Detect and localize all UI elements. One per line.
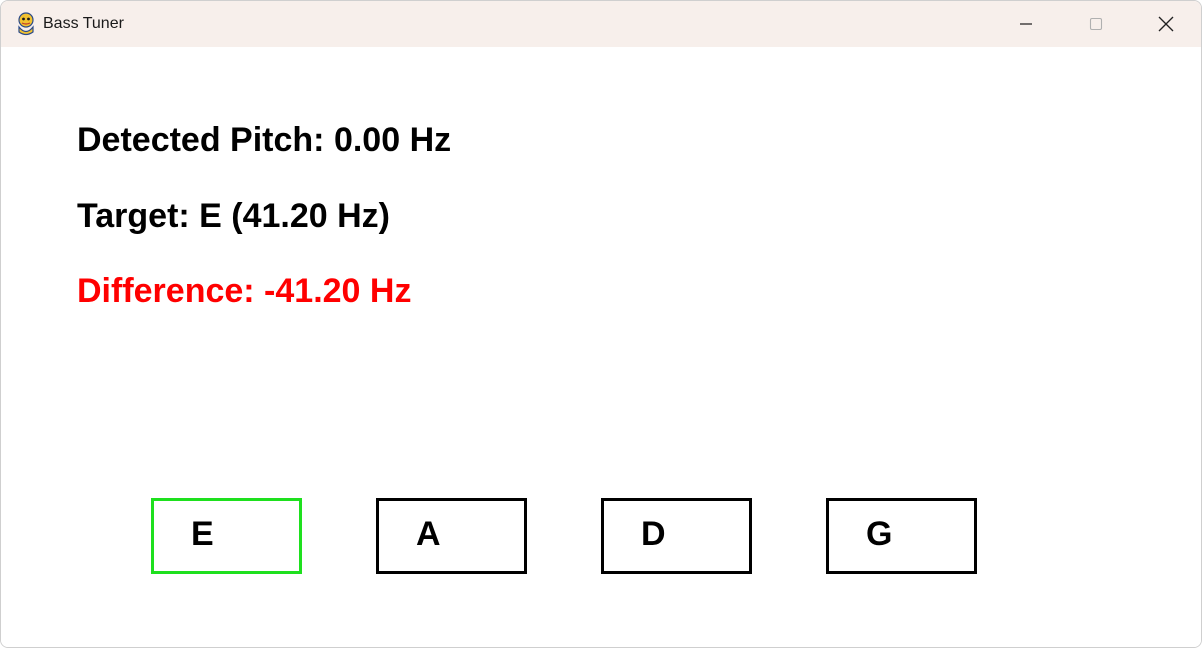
string-button-e[interactable]: E (151, 498, 302, 574)
maximize-button[interactable] (1061, 1, 1131, 47)
title-bar[interactable]: Bass Tuner (1, 1, 1201, 47)
string-label: D (641, 515, 666, 553)
app-window: Bass Tuner Detected Pitch: 0.00 Hz Targe… (0, 0, 1202, 648)
tuner-canvas: Detected Pitch: 0.00 Hz Target: E (41.20… (1, 47, 1201, 647)
string-button-a[interactable]: A (376, 498, 527, 574)
close-button[interactable] (1131, 1, 1201, 47)
string-button-d[interactable]: D (601, 498, 752, 574)
string-button-g[interactable]: G (826, 498, 977, 574)
difference-readout: Difference: -41.20 Hz (77, 272, 412, 310)
minimize-icon (1020, 23, 1032, 25)
window-title: Bass Tuner (43, 15, 124, 32)
detected-pitch-readout: Detected Pitch: 0.00 Hz (77, 121, 452, 159)
string-label: A (416, 515, 441, 553)
string-label: G (866, 515, 893, 553)
string-label: E (191, 515, 214, 553)
pygame-snake-icon (18, 12, 34, 36)
close-icon (1158, 16, 1174, 32)
maximize-icon (1089, 17, 1103, 31)
target-note-readout: Target: E (41.20 Hz) (77, 197, 391, 235)
minimize-button[interactable] (991, 1, 1061, 47)
